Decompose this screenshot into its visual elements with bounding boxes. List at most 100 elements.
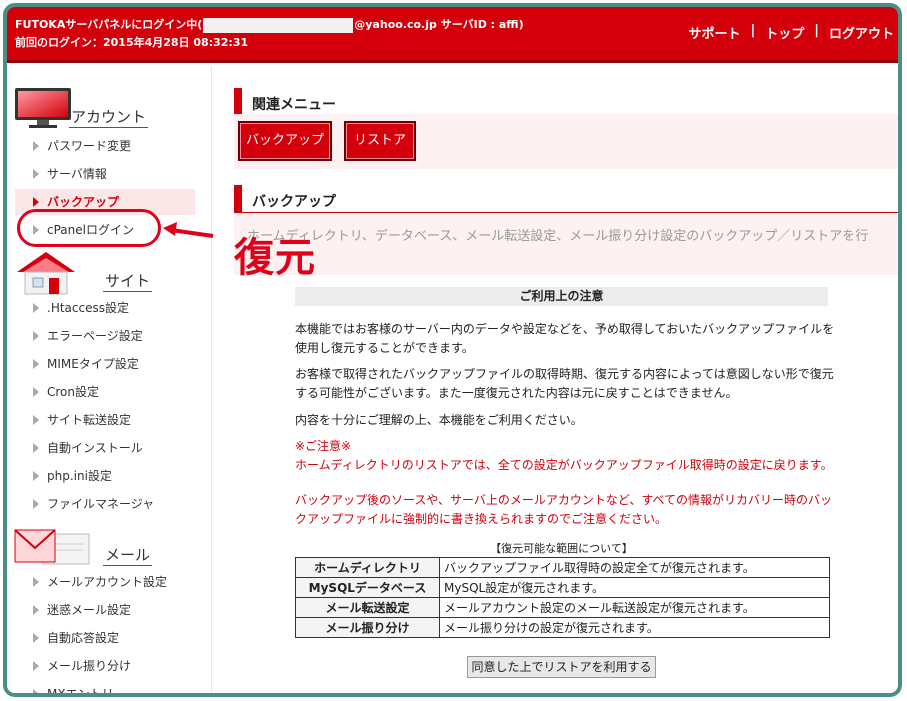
table-row: ホームディレクトリ バックアップファイル取得時の設定全てが復元されます。 — [295, 557, 830, 578]
table-row: メール転送設定 メールアカウント設定のメール転送設定が復元されます。 — [295, 597, 830, 618]
restore-range-table: ホームディレクトリ バックアップファイル取得時の設定全てが復元されます。 MySQ… — [295, 557, 830, 638]
sidebar-item-mx-entry[interactable]: MXエントリー — [15, 681, 195, 697]
backup-description: ホームディレクトリ、データベース、メール転送設定、メール振り分け設定のバックアッ… — [247, 229, 869, 244]
sidebar-item-spam[interactable]: 迷惑メール設定 — [15, 597, 195, 623]
range-desc: メールアカウント設定のメール転送設定が復元されます。 — [439, 597, 830, 618]
chevron-right-icon — [33, 499, 39, 509]
chevron-right-icon — [33, 577, 39, 587]
sidebar-item-label: バックアップ — [47, 195, 120, 209]
range-name: メール転送設定 — [295, 597, 440, 618]
sidebar-item-server-info[interactable]: サーバ情報 — [15, 161, 195, 187]
range-title: 【復元可能な範囲について】 — [490, 542, 633, 555]
chevron-right-icon — [33, 169, 39, 179]
sidebar-item-label: .Htaccess設定 — [47, 301, 129, 315]
chevron-right-icon — [33, 141, 39, 151]
panel-frame: FUTOKAサーバパネルにログイン中( @yahoo.co.jp サーバID : … — [3, 3, 902, 697]
chevron-right-icon — [33, 387, 39, 397]
chevron-right-icon — [33, 197, 39, 207]
login-prefix: FUTOKAサーバパネルにログイン中( — [15, 18, 203, 31]
last-login: 前回のログイン：2015年4月28日 08:32:31 — [15, 36, 249, 49]
chevron-right-icon — [33, 689, 39, 693]
sidebar-item-label: 迷惑メール設定 — [47, 603, 132, 617]
sidebar-item-label: サーバ情報 — [47, 167, 107, 181]
sidebar: アカウント パスワード変更 サーバ情報 バックアップ cPanelログイン サイ… — [7, 66, 212, 697]
chevron-right-icon — [33, 471, 39, 481]
annotation-label: 復元 — [234, 235, 316, 281]
sidebar-item-label: MXエントリー — [47, 687, 126, 697]
sidebar-item-label: 自動インストール — [47, 441, 143, 455]
sidebar-item-label: ファイルマネージャ — [47, 497, 155, 511]
nav-separator: | — [750, 23, 756, 38]
top-link[interactable]: トップ — [765, 23, 804, 42]
chevron-right-icon — [33, 661, 39, 671]
sidebar-item-label: php.ini設定 — [47, 469, 112, 483]
range-desc: MySQL設定が復元されます。 — [439, 577, 830, 598]
house-icon — [13, 250, 79, 299]
envelope-icon — [13, 524, 93, 573]
table-row: メール振り分け メール振り分けの設定が復元されます。 — [295, 617, 830, 638]
sidebar-item-auto-install[interactable]: 自動インストール — [15, 435, 195, 461]
range-name: MySQLデータベース — [295, 577, 440, 598]
category-site: サイト — [7, 250, 207, 295]
sidebar-item-label: エラーページ設定 — [47, 329, 143, 343]
sidebar-item-autoresponder[interactable]: 自動応答設定 — [15, 625, 195, 651]
notice-title: ご利用上の注意 — [295, 287, 828, 306]
logout-link[interactable]: ログアウト — [829, 23, 894, 42]
chevron-right-icon — [33, 303, 39, 313]
caution-line: バックアップ後のソースや、サーバ上のメールアカウントなど、すべての情報がリカバリ… — [295, 493, 833, 526]
description-box — [234, 213, 898, 275]
section-title: バックアップ — [252, 194, 336, 210]
sidebar-item-label: パスワード変更 — [47, 139, 132, 153]
sidebar-item-site-forward[interactable]: サイト転送設定 — [15, 407, 195, 433]
range-desc: バックアップファイル取得時の設定全てが復元されます。 — [439, 557, 830, 578]
support-link[interactable]: サポート — [688, 23, 740, 42]
sidebar-item-label: Cron設定 — [47, 385, 99, 399]
chevron-right-icon — [33, 633, 39, 643]
notice-paragraph: 本機能ではお客様のサーバー内のデータや設定などを、予め取得しておいたバックアップ… — [295, 322, 835, 355]
sidebar-item-label: 自動応答設定 — [47, 631, 120, 645]
related-menu-heading: 関連メニュー — [234, 88, 898, 116]
sidebar-item-phpini[interactable]: php.ini設定 — [15, 463, 195, 489]
caution-line: ホームディレクトリのリストアでは、全ての設定がバックアップファイル取得時の設定に… — [295, 458, 833, 472]
backup-button[interactable]: バックアップ — [238, 121, 332, 161]
category-label: メール — [103, 546, 153, 566]
chevron-right-icon — [33, 331, 39, 341]
monitor-icon — [13, 86, 75, 133]
range-name: ホームディレクトリ — [295, 557, 440, 578]
annotation-oval — [17, 209, 161, 247]
related-menu-box — [234, 114, 898, 169]
sidebar-item-mime[interactable]: MIMEタイプ設定 — [15, 351, 195, 377]
category-mail: メール — [7, 524, 207, 568]
sidebar-item-label: サイト転送設定 — [47, 413, 132, 427]
login-status: FUTOKAサーバパネルにログイン中( @yahoo.co.jp サーバID : … — [15, 16, 524, 33]
sidebar-item-label: MIMEタイプ設定 — [47, 357, 139, 371]
notice-paragraph: 内容を十分にご理解の上、本機能をご利用ください。 — [295, 413, 583, 427]
annotation-arrow-icon — [163, 222, 214, 238]
sidebar-item-mail-filter[interactable]: メール振り分け — [15, 653, 195, 679]
chevron-right-icon — [33, 359, 39, 369]
section-title: 関連メニュー — [252, 97, 336, 113]
notice-paragraph: お客様で取得されたバックアップファイルの取得時期、復元する内容によっては意図しな… — [295, 367, 834, 400]
masked-email — [203, 17, 354, 33]
header-nav: サポート | トップ | ログアウト — [688, 23, 894, 42]
sidebar-item-label: メール振り分け — [47, 659, 132, 673]
sidebar-item-password[interactable]: パスワード変更 — [15, 133, 195, 159]
chevron-right-icon — [33, 415, 39, 425]
sidebar-item-file-manager[interactable]: ファイルマネージャ — [15, 491, 195, 517]
category-account: アカウント — [7, 86, 207, 130]
login-suffix: @yahoo.co.jp サーバID : affi) — [354, 18, 524, 31]
chevron-right-icon — [33, 443, 39, 453]
sidebar-item-error-page[interactable]: エラーページ設定 — [15, 323, 195, 349]
sidebar-item-mail-account[interactable]: メールアカウント設定 — [15, 569, 195, 595]
restore-button[interactable]: リストア — [344, 121, 416, 161]
sidebar-item-cron[interactable]: Cron設定 — [15, 379, 195, 405]
sidebar-item-htaccess[interactable]: .Htaccess設定 — [15, 295, 195, 321]
category-label: サイト — [103, 272, 153, 292]
range-name: メール振り分け — [295, 617, 440, 638]
range-desc: メール振り分けの設定が復元されます。 — [439, 617, 830, 638]
agree-restore-button[interactable]: 同意した上でリストアを利用する — [467, 656, 656, 678]
sidebar-item-label: メールアカウント設定 — [47, 575, 168, 589]
caution-heading: ※ご注意※ — [295, 439, 352, 453]
category-label: アカウント — [69, 108, 149, 128]
backup-heading: バックアップ — [234, 185, 898, 213]
